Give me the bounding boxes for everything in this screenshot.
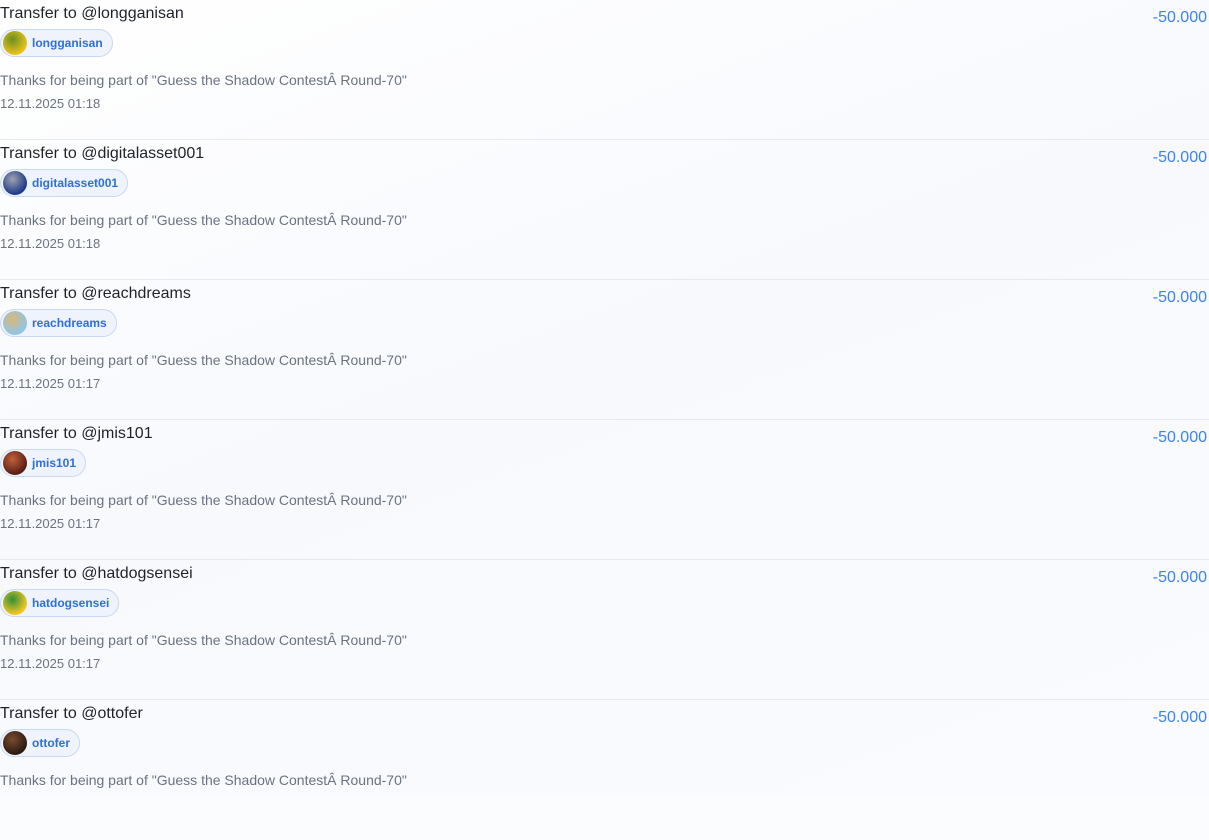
- transfer-memo: Thanks for being part of "Guess the Shad…: [0, 212, 407, 228]
- transfer-row: Transfer to @digitalasset001 -50.000 dig…: [0, 140, 1209, 280]
- user-chip[interactable]: reachdreams: [0, 309, 117, 337]
- transfer-title: Transfer to @hatdogsensei: [0, 565, 193, 582]
- user-chip[interactable]: digitalasset001: [0, 169, 129, 197]
- transfer-row: Transfer to @jmis101 -50.000 jmis101 Tha…: [0, 420, 1209, 560]
- transfer-amount: -50.000: [1152, 289, 1207, 306]
- transfer-history-list: Transfer to @longganisan -50.000 longgan…: [0, 0, 1209, 840]
- user-avatar-icon: [3, 311, 27, 335]
- user-chip-label: hatdogsensei: [32, 596, 110, 610]
- transfer-row: Transfer to @ottofer -50.000 ottofer Tha…: [0, 700, 1209, 840]
- transfer-memo: Thanks for being part of "Guess the Shad…: [0, 352, 407, 368]
- transfer-amount: -50.000: [1152, 149, 1207, 166]
- transfer-title: Transfer to @jmis101: [0, 425, 153, 442]
- user-chip-label: longganisan: [32, 36, 103, 50]
- user-chip[interactable]: hatdogsensei: [0, 589, 120, 617]
- transfer-amount: -50.000: [1152, 569, 1207, 586]
- user-avatar-icon: [3, 591, 27, 615]
- user-chip[interactable]: longganisan: [0, 29, 113, 57]
- transfer-amount: -50.000: [1152, 429, 1207, 446]
- transfer-date: 12.11.2025 01:17: [0, 516, 101, 531]
- user-avatar-icon: [3, 731, 27, 755]
- transfer-row: Transfer to @longganisan -50.000 longgan…: [0, 0, 1209, 140]
- user-avatar-icon: [3, 31, 27, 55]
- user-chip-label: jmis101: [32, 456, 77, 470]
- transfer-title: Transfer to @reachdreams: [0, 285, 191, 302]
- transfer-date: 12.11.2025 01:18: [0, 236, 101, 251]
- transfer-date: 12.11.2025 01:17: [0, 656, 101, 671]
- transfer-title: Transfer to @digitalasset001: [0, 145, 205, 162]
- transfer-date: 12.11.2025 01:18: [0, 96, 101, 111]
- transfer-title: Transfer to @longganisan: [0, 5, 184, 22]
- user-chip[interactable]: ottofer: [0, 729, 80, 757]
- transfer-date: 12.11.2025 01:17: [0, 376, 101, 391]
- transfer-memo: Thanks for being part of "Guess the Shad…: [0, 632, 407, 648]
- user-chip-label: ottofer: [32, 736, 70, 750]
- transfer-memo: Thanks for being part of "Guess the Shad…: [0, 72, 407, 88]
- user-avatar-icon: [3, 451, 27, 475]
- transfer-amount: -50.000: [1152, 9, 1207, 26]
- user-chip[interactable]: jmis101: [0, 449, 87, 477]
- transfer-memo: Thanks for being part of "Guess the Shad…: [0, 772, 407, 788]
- user-chip-label: digitalasset001: [32, 176, 119, 190]
- transfer-amount: -50.000: [1152, 709, 1207, 726]
- user-avatar-icon: [3, 171, 27, 195]
- transfer-title: Transfer to @ottofer: [0, 705, 143, 722]
- transfer-memo: Thanks for being part of "Guess the Shad…: [0, 492, 407, 508]
- user-chip-label: reachdreams: [32, 316, 107, 330]
- transfer-row: Transfer to @reachdreams -50.000 reachdr…: [0, 280, 1209, 420]
- transfer-row: Transfer to @hatdogsensei -50.000 hatdog…: [0, 560, 1209, 700]
